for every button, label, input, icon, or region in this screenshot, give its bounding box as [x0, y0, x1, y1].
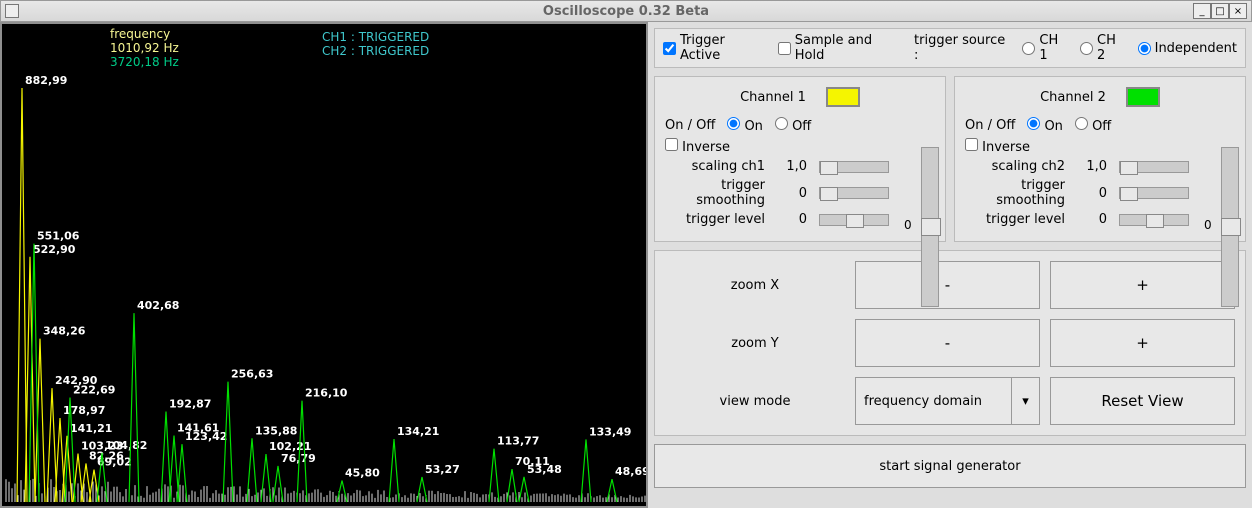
svg-text:192,87: 192,87: [169, 398, 211, 411]
trigger-source-independent[interactable]: Independent: [1138, 41, 1237, 56]
chevron-down-icon: ▾: [1011, 378, 1039, 424]
ch2-onoff-label: On / Off: [965, 118, 1015, 133]
ch1-smoothing-slider[interactable]: [819, 187, 889, 199]
ch2-level-value: 0: [1077, 212, 1107, 227]
trigger-topbar: Trigger Active Sample and Hold trigger s…: [654, 28, 1246, 68]
channel-1-title: Channel 1: [740, 90, 806, 105]
ch1-onoff-label: On / Off: [665, 118, 715, 133]
ch2-off-radio[interactable]: Off: [1075, 117, 1111, 134]
reset-view-button[interactable]: Reset View: [1050, 377, 1235, 425]
svg-text:882,99: 882,99: [25, 74, 67, 87]
trigger-active-checkbox[interactable]: Trigger Active: [663, 33, 768, 63]
ch2-level-slider[interactable]: [1119, 214, 1189, 226]
minimize-button[interactable]: _: [1193, 3, 1211, 19]
ch1-smoothing-value: 0: [777, 186, 807, 201]
svg-text:551,06: 551,06: [37, 230, 80, 243]
ch1-level-label: trigger level: [665, 212, 765, 227]
ch2-vertical-slider[interactable]: 0: [1221, 147, 1239, 307]
ch1-level-slider[interactable]: [819, 214, 889, 226]
ch2-scaling-slider[interactable]: [1119, 161, 1189, 173]
zoom-y-label: zoom Y: [665, 336, 845, 351]
ch1-scaling-slider[interactable]: [819, 161, 889, 173]
svg-text:53,27: 53,27: [425, 463, 460, 476]
ch1-inverse-checkbox[interactable]: Inverse: [665, 138, 730, 155]
svg-text:133,49: 133,49: [589, 425, 631, 438]
svg-text:45,80: 45,80: [345, 467, 380, 480]
ch1-scaling-value: 1,0: [777, 159, 807, 174]
close-button[interactable]: ×: [1229, 3, 1247, 19]
zoom-y-plus-button[interactable]: +: [1050, 319, 1235, 367]
zoom-x-minus-button[interactable]: -: [855, 261, 1040, 309]
sample-hold-checkbox[interactable]: Sample and Hold: [778, 33, 904, 63]
svg-text:123,42: 123,42: [185, 430, 227, 443]
ch1-vertical-slider[interactable]: 0: [921, 147, 939, 307]
trigger-source-ch2[interactable]: CH 2: [1080, 33, 1128, 63]
trigger-source-label: trigger source :: [914, 33, 1012, 63]
channel-2-panel: Channel 2 On / Off On Off Inverse scalin…: [954, 76, 1246, 242]
view-mode-value: frequency domain: [864, 394, 982, 409]
ch1-on-radio[interactable]: On: [727, 117, 763, 134]
ch1-smoothing-label: trigger smoothing: [665, 178, 765, 208]
svg-text:104,82: 104,82: [105, 439, 147, 452]
ch2-scaling-label: scaling ch2: [965, 159, 1065, 174]
svg-text:48,69: 48,69: [615, 465, 646, 478]
zoom-y-minus-button[interactable]: -: [855, 319, 1040, 367]
svg-text:134,21: 134,21: [397, 425, 439, 438]
trigger-source-ch1[interactable]: CH 1: [1022, 33, 1070, 63]
svg-text:522,90: 522,90: [33, 243, 76, 256]
ch2-smoothing-slider[interactable]: [1119, 187, 1189, 199]
window-titlebar: Oscilloscope 0.32 Beta _ □ ×: [0, 0, 1252, 22]
svg-text:402,68: 402,68: [137, 299, 179, 312]
channel-1-panel: Channel 1 On / Off On Off Inverse scalin…: [654, 76, 946, 242]
ch2-inverse-checkbox[interactable]: Inverse: [965, 138, 1030, 155]
zoom-view-panel: zoom X - + zoom Y - + view mode frequenc…: [654, 250, 1246, 436]
zoom-x-plus-button[interactable]: +: [1050, 261, 1235, 309]
svg-text:348,26: 348,26: [43, 325, 86, 338]
start-signal-generator-button[interactable]: start signal generator: [654, 444, 1246, 488]
svg-text:53,48: 53,48: [527, 463, 562, 476]
ch2-scaling-value: 1,0: [1077, 159, 1107, 174]
ch1-off-radio[interactable]: Off: [775, 117, 811, 134]
svg-text:113,77: 113,77: [497, 435, 539, 448]
ch2-smoothing-value: 0: [1077, 186, 1107, 201]
svg-text:216,10: 216,10: [305, 387, 348, 400]
view-mode-dropdown[interactable]: frequency domain ▾: [855, 377, 1040, 425]
zoom-x-label: zoom X: [665, 278, 845, 293]
svg-text:222,69: 222,69: [73, 384, 115, 397]
ch2-level-label: trigger level: [965, 212, 1065, 227]
channel-2-color-swatch[interactable]: [1126, 87, 1160, 107]
ch1-level-value: 0: [777, 212, 807, 227]
spectrum-plot: 882,99522,90348,26242,90178,97141,21103,…: [2, 24, 646, 506]
oscilloscope-display: frequency 1010,92 Hz 3720,18 Hz CH1 : TR…: [0, 22, 648, 508]
ch1-scaling-label: scaling ch1: [665, 159, 765, 174]
ch2-on-radio[interactable]: On: [1027, 117, 1063, 134]
channel-2-title: Channel 2: [1040, 90, 1106, 105]
svg-text:135,88: 135,88: [255, 424, 297, 437]
view-mode-label: view mode: [665, 394, 845, 409]
window-menu-icon[interactable]: [5, 4, 19, 18]
svg-text:141,21: 141,21: [70, 422, 112, 435]
maximize-button[interactable]: □: [1211, 3, 1229, 19]
svg-text:256,63: 256,63: [231, 368, 273, 381]
ch2-smoothing-label: trigger smoothing: [965, 178, 1065, 208]
window-title: Oscilloscope 0.32 Beta: [543, 4, 709, 19]
channel-1-color-swatch[interactable]: [826, 87, 860, 107]
